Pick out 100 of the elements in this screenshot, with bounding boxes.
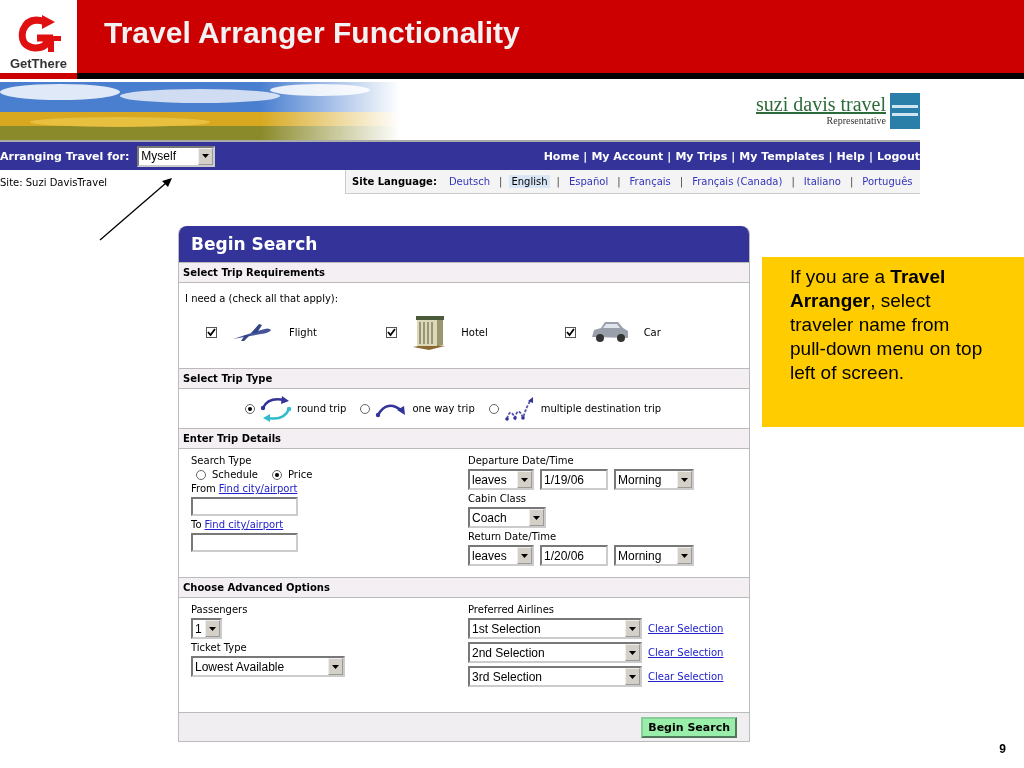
field-label: Search Type	[191, 455, 253, 466]
radio-button[interactable]	[488, 403, 499, 414]
caret-icon	[629, 650, 636, 655]
to-field[interactable]	[191, 533, 298, 552]
traveler-dropdown[interactable]: Myself	[137, 145, 216, 167]
language-link[interactable]: Italiano	[801, 175, 843, 188]
brand-logo: suzi davis travel	[756, 93, 886, 115]
language-link[interactable]: Deutsch	[446, 175, 493, 188]
return-time-dropdown[interactable]: Morning	[614, 545, 694, 566]
logo-text: GetThere	[9, 56, 68, 72]
car-icon	[589, 319, 630, 345]
prompt-text: I need a (check all that apply):	[185, 293, 339, 304]
airline-dropdown[interactable]: 3rd Selection	[468, 666, 642, 687]
nav-link[interactable]: My Account	[591, 149, 664, 163]
round-trip-icon	[260, 395, 292, 422]
caret-icon	[681, 553, 688, 558]
section-header: Select Trip Requirements	[183, 267, 326, 278]
airline-dropdown[interactable]: 2nd Selection	[468, 642, 642, 663]
language-separator: |	[849, 176, 854, 187]
from-field[interactable]	[191, 497, 298, 516]
cabin-class-dropdown[interactable]: Coach	[468, 507, 546, 528]
nav-link[interactable]: Help	[836, 149, 865, 163]
card-title: Begin Search	[191, 234, 318, 254]
radio-label: Schedule	[212, 469, 258, 480]
language-link[interactable]: Français	[627, 175, 673, 188]
caret-icon	[209, 626, 216, 631]
option-label: Flight	[289, 326, 317, 338]
arranging-label: Arranging Travel for:	[0, 149, 130, 163]
multiple-destination-icon	[503, 396, 536, 421]
option-label: Hotel	[461, 326, 488, 338]
brand-subtitle: Representative	[826, 115, 886, 126]
field-label: Passengers	[191, 604, 249, 615]
checkbox[interactable]	[564, 326, 576, 338]
site-name: Site: Suzi DavisTravel	[0, 176, 108, 188]
section-header: Enter Trip Details	[183, 433, 282, 444]
trip-type-label: one way trip	[412, 403, 475, 414]
field-label: Cabin Class	[468, 493, 528, 504]
checkbox[interactable]	[386, 326, 398, 338]
card-logo-icon	[890, 93, 920, 129]
ticket-type-dropdown[interactable]: Lowest Available	[191, 656, 345, 677]
caret-icon	[629, 626, 636, 631]
radio-button[interactable]	[245, 403, 255, 414]
departure-time-dropdown[interactable]: Morning	[614, 469, 694, 490]
radio-button[interactable]	[271, 469, 282, 480]
nav-separator: |	[828, 149, 833, 163]
departure-date-field[interactable]: 1/19/06	[540, 469, 608, 490]
language-link[interactable]: English	[509, 175, 550, 188]
caret-icon	[521, 553, 528, 558]
clear-selection-link[interactable]: Clear Selection	[648, 671, 724, 682]
language-separator: |	[499, 176, 503, 187]
section-header: Select Trip Type	[183, 373, 273, 384]
section-header: Choose Advanced Options	[183, 582, 330, 593]
find-city-link[interactable]: Find city/airport	[204, 519, 284, 530]
caret-icon	[533, 515, 540, 520]
language-separator: |	[679, 176, 684, 187]
language-link[interactable]: Français (Canada)	[690, 175, 785, 188]
caret-icon	[332, 664, 339, 669]
radio-label: Price	[287, 469, 313, 480]
field-label: To	[191, 519, 202, 530]
find-city-link[interactable]: Find city/airport	[218, 483, 298, 494]
nav-link[interactable]: Home	[543, 149, 580, 163]
field-label: Departure Date/Time	[468, 455, 575, 466]
radio-button[interactable]	[196, 469, 206, 480]
clear-selection-link[interactable]: Clear Selection	[648, 647, 724, 658]
airline-dropdown[interactable]: 1st Selection	[468, 618, 642, 639]
caret-icon	[202, 154, 210, 158]
field-label: Ticket Type	[191, 642, 248, 653]
slide-title: Travel Arranger Functionality	[104, 16, 520, 50]
language-link[interactable]: Português	[860, 175, 915, 188]
nav-separator: |	[868, 149, 873, 163]
nav-separator: |	[731, 149, 736, 163]
nav-separator: |	[583, 149, 588, 163]
nav-link[interactable]: My Trips	[675, 149, 728, 163]
language-separator: |	[791, 176, 795, 187]
option-label: Car	[643, 326, 661, 338]
language-link[interactable]: Español	[566, 175, 611, 188]
begin-search-button[interactable]: Begin Search	[641, 716, 737, 738]
passengers-dropdown[interactable]: 1	[191, 618, 222, 639]
radio-button[interactable]	[360, 403, 371, 414]
callout-text: If you are a Travel Arranger, select traveler name from pull-down menu on top left of screen.	[762, 257, 1024, 427]
trip-type-label: round trip	[297, 403, 347, 414]
trip-type-label: multiple destination trip	[540, 403, 662, 414]
departure-mode-dropdown[interactable]: leaves	[468, 469, 534, 490]
nav-link[interactable]: Logout	[876, 149, 920, 163]
checkbox[interactable]	[206, 326, 217, 338]
field-label: Return Date/Time	[468, 531, 558, 542]
nav-separator: |	[667, 149, 672, 163]
caret-icon	[521, 477, 528, 482]
return-date-field[interactable]: 1/20/06	[540, 545, 608, 566]
caret-icon	[629, 674, 636, 679]
language-separator: |	[556, 176, 560, 187]
return-mode-dropdown[interactable]: leaves	[468, 545, 534, 566]
clear-selection-link[interactable]: Clear Selection	[648, 623, 724, 634]
language-label: Site Language:	[352, 176, 437, 187]
field-label: From	[191, 483, 216, 494]
language-separator: |	[617, 176, 621, 187]
nav-link[interactable]: My Templates	[739, 149, 825, 163]
page-number: 9	[999, 742, 1006, 756]
field-label: Preferred Airlines	[468, 604, 556, 615]
caret-icon	[681, 477, 688, 482]
